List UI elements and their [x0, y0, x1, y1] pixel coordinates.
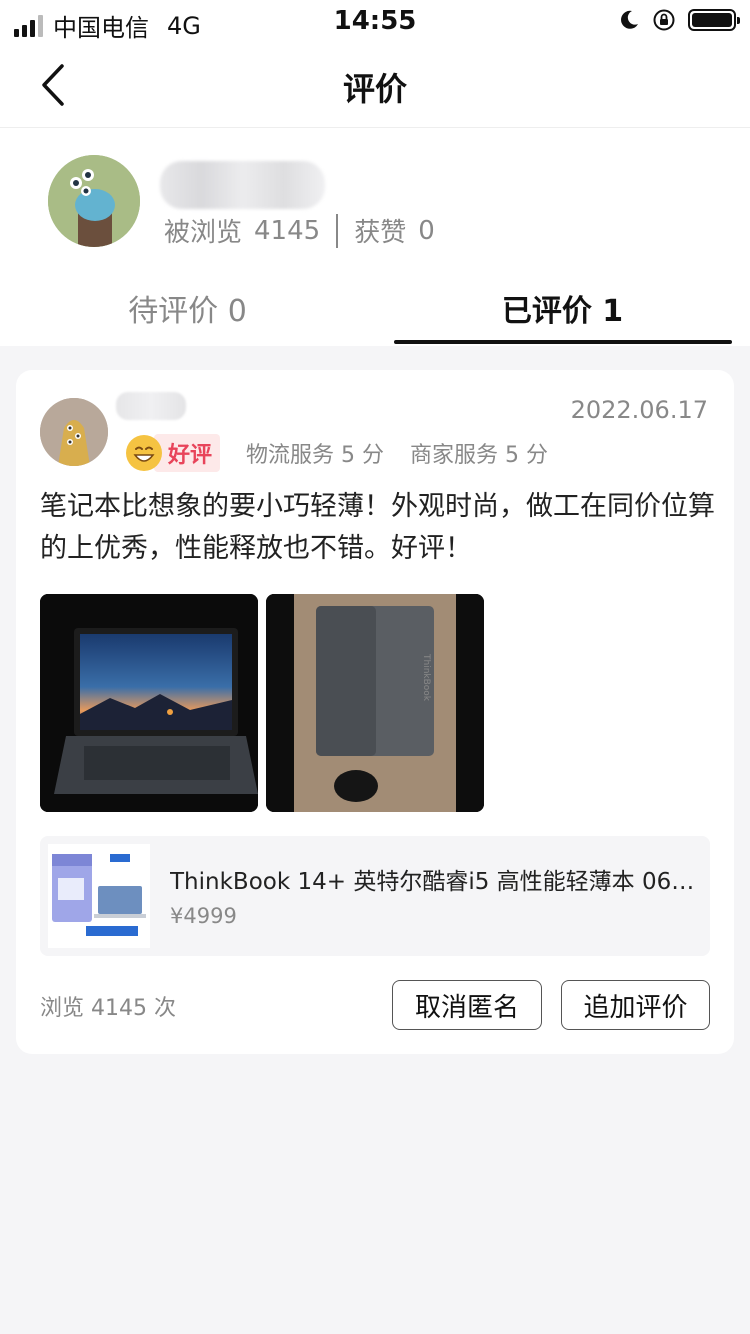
active-tab-indicator: [394, 340, 732, 344]
review-photo-laptop-open[interactable]: [40, 594, 258, 812]
merchant-score: 商家服务 5 分: [410, 443, 548, 468]
product-link[interactable]: ThinkBook 14+ 英特尔酷睿i5 高性能轻薄本 06CD ¥4999: [40, 836, 710, 956]
likes-count: 0: [418, 215, 435, 246]
svg-text:ThinkBook: ThinkBook: [421, 653, 431, 702]
reviewer-avatar-illustration: [40, 398, 108, 466]
rotation-lock-icon: [653, 9, 675, 31]
good-review-badge: 好评: [154, 434, 221, 472]
blurred-username: [160, 161, 325, 209]
add-review-button[interactable]: 追加评价: [561, 980, 710, 1030]
tab-pending[interactable]: 待评价 0: [0, 286, 375, 330]
reviewer-avatar[interactable]: [40, 398, 108, 466]
avatar-illustration: [48, 155, 140, 247]
stats-divider: [336, 213, 339, 248]
profile-stats: 被浏览 4145 获赞 0: [164, 212, 435, 249]
review-tabs: 待评价 0 已评价 1: [0, 286, 750, 346]
battery-icon: [688, 9, 740, 31]
views-label: 被浏览: [164, 218, 243, 248]
tab-reviewed[interactable]: 已评价 1: [375, 286, 750, 330]
views-count: 4145: [254, 215, 321, 246]
smiley-emoji-icon: [126, 435, 162, 471]
user-avatar[interactable]: [48, 155, 140, 247]
logistics-score: 物流服务 5 分: [246, 443, 384, 468]
profile-header: 被浏览 4145 获赞 0 待评价 0 已评价 1: [0, 128, 750, 346]
review-photo-laptop-closed[interactable]: ThinkBook: [266, 594, 484, 812]
cancel-anonymous-button[interactable]: 取消匿名: [392, 980, 542, 1030]
status-right: [618, 8, 740, 32]
nav-bar: 评价: [0, 42, 750, 128]
rating-row: 好评 物流服务 5 分 商家服务 5 分: [126, 434, 548, 472]
moon-icon: [621, 10, 638, 29]
product-thumbnail: [48, 844, 150, 948]
blurred-reviewer-name: [116, 392, 186, 420]
review-text: 笔记本比想象的要小巧轻薄！外观时尚，做工在同价位算的上优秀，性能释放也不错。好评…: [40, 491, 715, 564]
page-title: 评价: [342, 70, 407, 108]
review-date: 2022.06.17: [570, 396, 708, 424]
review-views: 浏览 4145 次: [40, 996, 176, 1021]
product-price: ¥4999: [170, 904, 237, 928]
review-card: 2022.06.17 好评 物流服务 5 分 商家服务 5 分 笔记本比想象的要…: [16, 370, 734, 1054]
status-bar: 中国电信 4G 14:55: [0, 0, 750, 42]
likes-label: 获赞: [354, 218, 407, 248]
product-title: ThinkBook 14+ 英特尔酷睿i5 高性能轻薄本 06CD: [170, 869, 700, 895]
